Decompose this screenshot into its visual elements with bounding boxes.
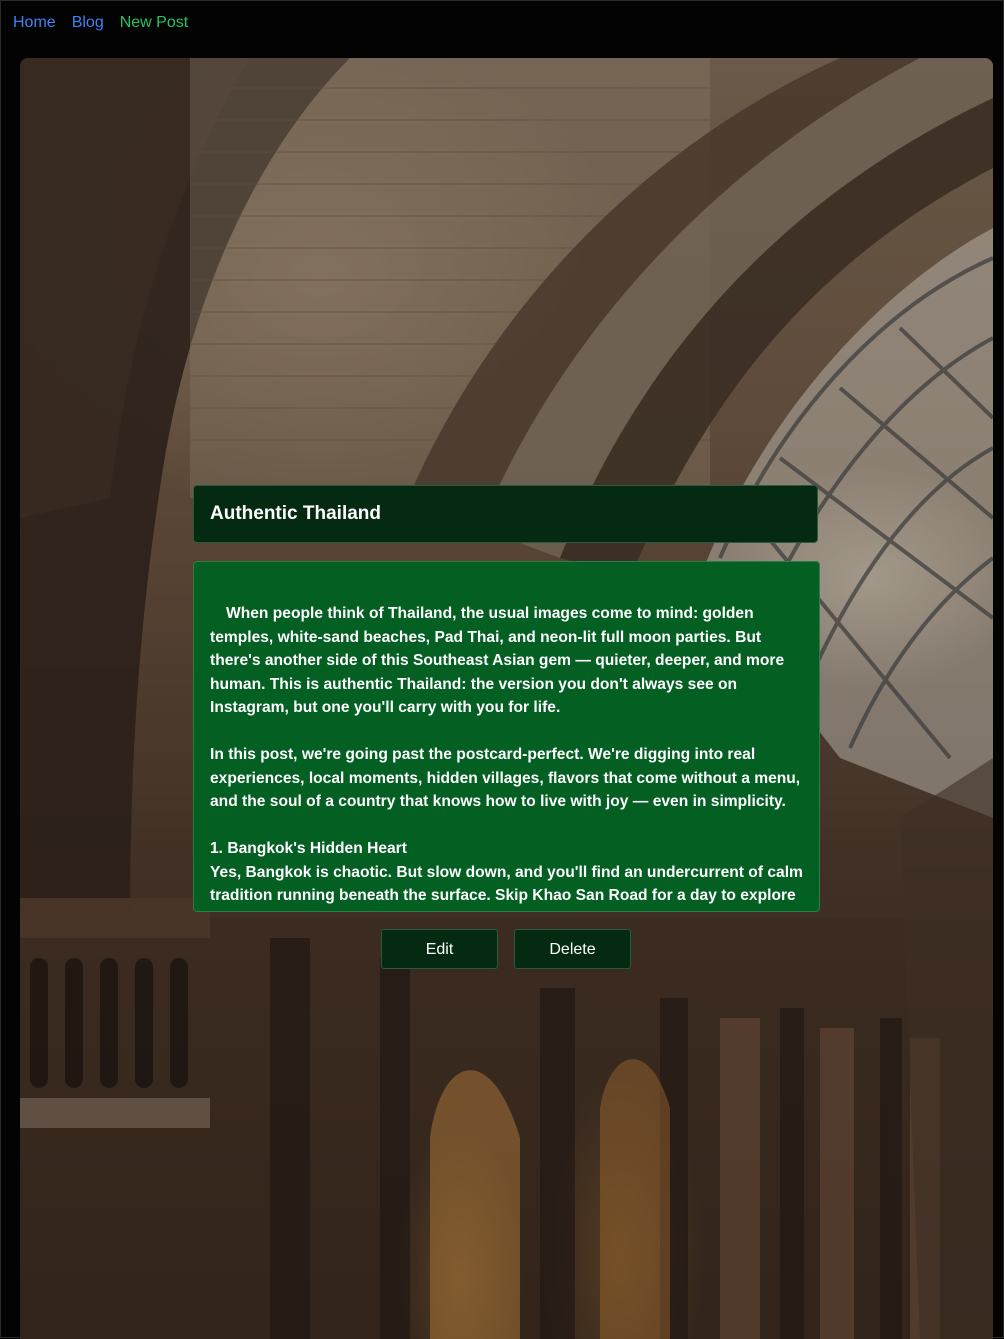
delete-button[interactable]: Delete [514, 929, 631, 969]
browser-page: Home Blog New Post Authentic Thailand Wh… [0, 0, 1004, 1339]
section-heading: 1. Bangkok's Hidden Heart [210, 840, 407, 857]
nav-home-link[interactable]: Home [13, 13, 56, 33]
post-section: 1. Bangkok's Hidden Heart Yes, Bangkok is… [210, 837, 803, 908]
nav-blog-link[interactable]: Blog [72, 13, 104, 33]
post-title: Authentic Thailand [210, 503, 381, 524]
post-actions: Edit Delete [381, 929, 631, 969]
edit-button[interactable]: Edit [381, 929, 498, 969]
nav-new-post-link[interactable]: New Post [120, 13, 188, 33]
top-navigation: Home Blog New Post [13, 13, 188, 33]
post-paragraph-2: In this post, we're going past the postc… [210, 746, 801, 810]
post-title-card: Authentic Thailand [193, 485, 818, 543]
post-content-card[interactable]: When people think of Thailand, the usual… [193, 561, 820, 912]
section-text: Yes, Bangkok is chaotic. But slow down, … [210, 863, 803, 905]
post-paragraph-1: When people think of Thailand, the usual… [210, 605, 785, 716]
